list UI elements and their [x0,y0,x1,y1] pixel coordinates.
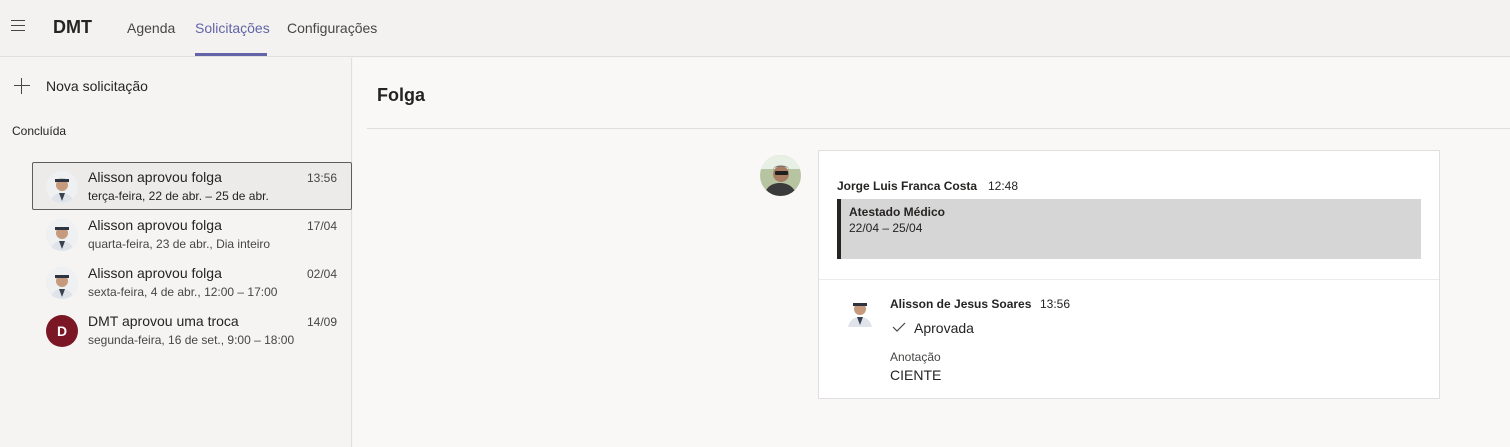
divider [819,279,1439,280]
new-request-label: Nova solicitação [46,78,148,94]
response-time: 13:56 [1040,297,1071,311]
requester-avatar [760,155,801,196]
item-time: 02/04 [306,267,337,281]
plus-icon [14,78,30,94]
request-detail-pane: Folga Jorge Luis Franca Costa 12:48 Ates… [353,58,1510,447]
check-icon [892,322,906,332]
approver-name: Alisson de Jesus Soares [890,297,1032,311]
item-title: Alisson aprovou folga [88,265,222,281]
request-time: 12:48 [988,179,1019,193]
requests-sidebar: Nova solicitação Concluída Alisson aprov… [0,58,352,447]
request-dates: 22/04 – 25/04 [849,221,923,235]
tab-agenda[interactable]: Agenda [127,20,175,36]
active-tab-indicator [195,53,267,56]
user-avatar [46,267,78,299]
item-title: DMT aprovou uma troca [88,313,239,329]
app-title: DMT [53,17,92,37]
requester-name: Jorge Luis Franca Costa [837,179,978,193]
approver-avatar [846,295,874,327]
top-bar: DMT Agenda Solicitações Configurações [0,0,1510,57]
user-avatar [46,171,78,203]
note-label: Anotação [890,350,941,364]
request-list-item[interactable]: D DMT aprovou uma troca segunda-feira, 1… [32,306,352,354]
section-label-completed: Concluída [12,124,67,138]
detail-title: Folga [377,85,425,105]
divider [367,128,1510,129]
approval-status: Aprovada [914,320,974,336]
request-list-item[interactable]: Alisson aprovou folga quarta-feira, 23 d… [32,210,352,258]
item-title: Alisson aprovou folga [88,169,222,185]
item-time: 14/09 [306,315,337,329]
tab-solicitacoes[interactable]: Solicitações [195,20,270,36]
item-subtitle: quarta-feira, 23 de abr., Dia inteiro [88,237,271,251]
item-time: 13:56 [306,171,337,185]
item-subtitle: terça-feira, 22 de abr. – 25 de abr. [88,189,269,203]
request-type: Atestado Médico [849,205,946,219]
request-list-item[interactable]: Alisson aprovou folga terça-feira, 22 de… [32,162,352,210]
request-card: Jorge Luis Franca Costa 12:48 Atestado M… [818,150,1440,399]
tab-configuracoes[interactable]: Configurações [287,20,377,36]
item-subtitle: sexta-feira, 4 de abr., 12:00 – 17:00 [88,285,278,299]
item-title: Alisson aprovou folga [88,217,222,233]
item-time: 17/04 [306,219,337,233]
item-subtitle: segunda-feira, 16 de set., 9:00 – 18:00 [88,333,295,347]
user-avatar [46,219,78,251]
request-summary-box: Atestado Médico 22/04 – 25/04 [837,199,1421,259]
note-text: CIENTE [890,367,942,383]
request-list-item[interactable]: Alisson aprovou folga sexta-feira, 4 de … [32,258,352,306]
letter-avatar: D [46,315,78,347]
hamburger-menu-icon[interactable] [11,20,25,34]
